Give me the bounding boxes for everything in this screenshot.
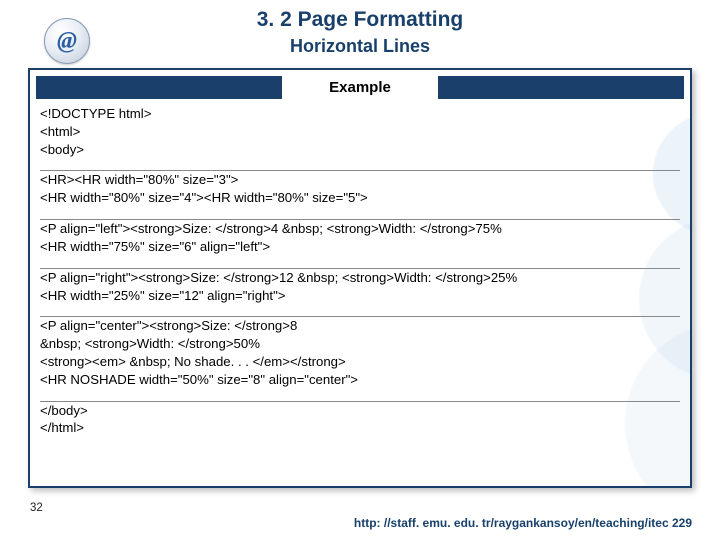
code-line: <strong><em> &nbsp; No shade. . . </em><… bbox=[40, 353, 680, 371]
footer-url: http: //staff. emu. edu. tr/raygankansoy… bbox=[0, 516, 692, 530]
code-line: <HR width="25%" size="12" align="right"> bbox=[40, 287, 680, 305]
page-title: 3. 2 Page Formatting bbox=[0, 0, 720, 32]
code-line: <body> bbox=[40, 141, 680, 159]
code-block-6: </body> </html> bbox=[40, 402, 680, 438]
code-line: </body> bbox=[40, 402, 680, 420]
slide: @ 3. 2 Page Formatting Horizontal Lines … bbox=[0, 0, 720, 540]
code-line: <P align="center"><strong>Size: </strong… bbox=[40, 317, 680, 335]
page-subtitle: Horizontal Lines bbox=[0, 32, 720, 63]
code-line: </html> bbox=[40, 419, 680, 437]
code-block-5: <P align="center"><strong>Size: </strong… bbox=[40, 317, 680, 388]
code-content: <!DOCTYPE html> <html> <body> <HR><HR wi… bbox=[30, 99, 690, 437]
code-line: <P align="left"><strong>Size: </strong>4… bbox=[40, 220, 680, 238]
code-block-1: <!DOCTYPE html> <html> <body> bbox=[40, 105, 680, 158]
page-number: 32 bbox=[30, 502, 43, 514]
code-line: <HR NOSHADE width="50%" size="8" align="… bbox=[40, 371, 680, 389]
main-panel: Example <!DOCTYPE html> <html> <body> <H… bbox=[28, 68, 692, 488]
example-header: Example bbox=[36, 76, 684, 99]
example-label: Example bbox=[282, 76, 438, 99]
code-line: <HR><HR width="80%" size="3"> bbox=[40, 171, 680, 189]
at-glyph: @ bbox=[57, 28, 77, 55]
at-icon: @ bbox=[44, 18, 90, 64]
code-line: &nbsp; <strong>Width: </strong>50% bbox=[40, 335, 680, 353]
code-line: <P align="right"><strong>Size: </strong>… bbox=[40, 269, 680, 287]
code-block-3: <P align="left"><strong>Size: </strong>4… bbox=[40, 220, 680, 256]
code-line: <html> bbox=[40, 123, 680, 141]
code-line: <HR width="75%" size="6" align="left"> bbox=[40, 238, 680, 256]
code-line: <HR width="80%" size="4"><HR width="80%"… bbox=[40, 189, 680, 207]
code-line: <!DOCTYPE html> bbox=[40, 105, 680, 123]
code-block-2: <HR><HR width="80%" size="3"> <HR width=… bbox=[40, 171, 680, 207]
code-block-4: <P align="right"><strong>Size: </strong>… bbox=[40, 269, 680, 305]
